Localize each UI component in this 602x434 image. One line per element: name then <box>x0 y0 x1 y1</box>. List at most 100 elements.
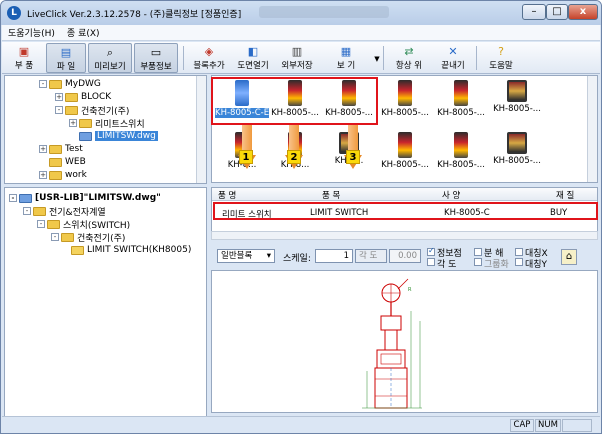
add-block-button[interactable]: ◈ 블록추가 <box>188 43 230 73</box>
folder-tree-panel: - MyDWG + BLOCK - 건축전기(주) + 리미트스위치 LIMITSW.d… <box>4 75 207 184</box>
close-button[interactable]: x <box>568 4 598 20</box>
insert-block-button[interactable]: ⌂ <box>561 249 577 265</box>
marker-1: 1 <box>239 150 253 164</box>
column-header-spec[interactable]: 사 양 <box>442 189 460 201</box>
folder-tree-scrollbar[interactable] <box>196 76 206 183</box>
folder-icon <box>65 92 78 102</box>
menu-help[interactable]: 도움기능(H) <box>2 26 61 39</box>
menu-exit[interactable]: 종 료(X) <box>61 26 106 39</box>
main-window: L LiveClick Ver.2.3.12.2578 - (주)클릭정보 [정… <box>0 0 602 434</box>
status-panel-empty <box>562 419 592 432</box>
parts-list-header: 품 명 품 목 사 양 재 질 <box>212 188 597 201</box>
part-thumbnail-image <box>454 80 468 106</box>
tree-item-company[interactable]: - 건축전기(주) <box>55 104 129 117</box>
column-header-item[interactable]: 품 목 <box>322 189 340 201</box>
column-header-material[interactable]: 재 질 <box>556 189 574 201</box>
status-bar: CAP NUM <box>2 416 600 433</box>
open-drawing-button[interactable]: ◧ 도면열기 <box>232 43 274 73</box>
folder-icon <box>47 219 60 229</box>
scale-input[interactable]: 1 <box>315 249 353 263</box>
insert-icon: ⌂ <box>565 251 573 262</box>
view-dropdown-arrow[interactable]: ▼ <box>369 43 379 73</box>
svg-text:R: R <box>408 287 412 293</box>
part-thumbnail-image <box>507 132 527 154</box>
part-thumbnail-image <box>507 80 527 102</box>
parts-icon: ▣ <box>18 45 30 58</box>
tree-item-work[interactable]: + work <box>39 169 87 181</box>
toolbar: ▣ 부 품 ▤ 파 일 ⌕ 미리보기 ▭ 부품정보 ◈ 블록추가 ◧ 도면열기 … <box>2 42 600 74</box>
info-icon: ▭ <box>150 46 162 59</box>
title-bar: L LiveClick Ver.2.3.12.2578 - (주)클릭정보 [정… <box>1 1 601 25</box>
tree-item-usr-lib[interactable]: - [USR-LIB]"LIMITSW.dwg" <box>9 192 161 204</box>
tree-item-mydwg[interactable]: - MyDWG <box>39 78 101 90</box>
group-label: 그룹화 <box>484 260 509 270</box>
highlight-box-thumbnails <box>211 77 378 125</box>
part-thumbnail-image <box>454 132 468 158</box>
thumbnail-grid-scrollbar[interactable] <box>587 76 597 182</box>
thumbnail-item[interactable]: KH-8005-... <box>378 132 432 180</box>
tree-item-electrical[interactable]: - 전기&전자계열 <box>23 205 106 218</box>
exit-button[interactable]: ✕ 끝내기 <box>433 43 473 73</box>
file-button[interactable]: ▤ 파 일 <box>46 43 86 73</box>
scale-label: 스케일: <box>283 254 311 264</box>
insert-options-bar: 일반블록 ▾ 스케일: 1 각 도 0.00 ✓ 정보점 각 도 분 해 그룹화… <box>211 244 598 270</box>
part-thumbnail-image <box>398 132 412 158</box>
mirror-x-checkbox[interactable] <box>515 248 523 256</box>
folder-icon <box>61 232 74 242</box>
caps-lock-indicator: CAP <box>510 419 534 432</box>
parts-button[interactable]: ▣ 부 품 <box>5 43 43 73</box>
tree-item-test[interactable]: + Test <box>39 143 83 155</box>
tree-item-limit-switch-folder[interactable]: + 리미트스위치 <box>69 117 145 130</box>
maximize-button[interactable]: □ <box>546 4 568 20</box>
drawing-preview: R <box>211 270 598 413</box>
highlight-box-list-row <box>213 202 598 220</box>
folder-icon <box>65 105 78 115</box>
tree-item-switch[interactable]: - 스위치(SWITCH) <box>37 218 130 231</box>
exit-icon: ✕ <box>448 45 458 58</box>
view-icon: ▦ <box>340 45 352 58</box>
tree-item-web[interactable]: WEB <box>49 156 86 168</box>
library-icon <box>19 193 32 203</box>
thumbnail-item[interactable]: KH-8005-... <box>490 132 544 180</box>
minimize-button[interactable]: – <box>522 4 546 20</box>
thumbnail-item[interactable]: KH-8005-... <box>434 80 488 128</box>
tree-item-company-lib[interactable]: - 건축전기(주) <box>51 231 125 244</box>
blurred-title-region <box>259 6 389 18</box>
parts-list-horizontal-scrollbar[interactable] <box>211 231 598 240</box>
thumbnail-item[interactable]: KH-8005-... <box>378 80 432 128</box>
block-type-select[interactable]: 일반블록 ▾ <box>217 249 275 263</box>
folder-icon <box>49 144 62 154</box>
folder-icon <box>49 157 62 167</box>
add-block-icon: ◈ <box>204 45 214 58</box>
always-on-top-button[interactable]: ⇄ 항상 위 <box>388 43 430 73</box>
help-button[interactable]: ? 도움말 <box>481 43 521 73</box>
file-icon: ▤ <box>60 46 72 59</box>
thumbnail-item[interactable]: KH-8005-... <box>434 132 488 180</box>
toolbar-separator <box>383 46 384 70</box>
column-header-name[interactable]: 품 명 <box>218 189 236 201</box>
tree-item-limit-switch-part[interactable]: LIMIT SWITCH(KH8005) <box>71 244 191 256</box>
info-point-checkbox[interactable]: ✓ <box>427 246 435 256</box>
view-button[interactable]: ▦ 보 기 <box>324 43 368 73</box>
mirror-y-checkbox[interactable] <box>515 258 523 266</box>
limit-switch-drawing: R <box>362 278 422 409</box>
tree-item-limitsw-dwg[interactable]: LIMITSW.dwg <box>79 130 158 142</box>
part-info-button[interactable]: ▭ 부품정보 <box>134 43 178 73</box>
window-title: LiveClick Ver.2.3.12.2578 - (주)클릭정보 [정품인… <box>27 9 242 20</box>
preview-button[interactable]: ⌕ 미리보기 <box>88 43 132 73</box>
angle-input[interactable]: 0.00 <box>389 249 421 263</box>
save-icon: ▥ <box>291 45 303 58</box>
thumbnail-item[interactable]: KH-8005-... <box>490 80 544 128</box>
explode-checkbox[interactable] <box>474 248 482 256</box>
angle-checkbox[interactable] <box>427 258 435 266</box>
folder-icon <box>79 118 92 128</box>
angle-check-label: 각 도 <box>437 260 457 270</box>
annotation-arrow-3 <box>344 125 362 171</box>
folder-icon <box>49 79 62 89</box>
toolbar-separator <box>476 46 477 70</box>
group-checkbox[interactable] <box>474 258 482 266</box>
external-save-button[interactable]: ▥ 외부저장 <box>276 43 318 73</box>
angle-button[interactable]: 각 도 <box>355 249 387 263</box>
tree-item-block[interactable]: + BLOCK <box>55 91 111 103</box>
dwg-file-icon <box>79 131 92 141</box>
